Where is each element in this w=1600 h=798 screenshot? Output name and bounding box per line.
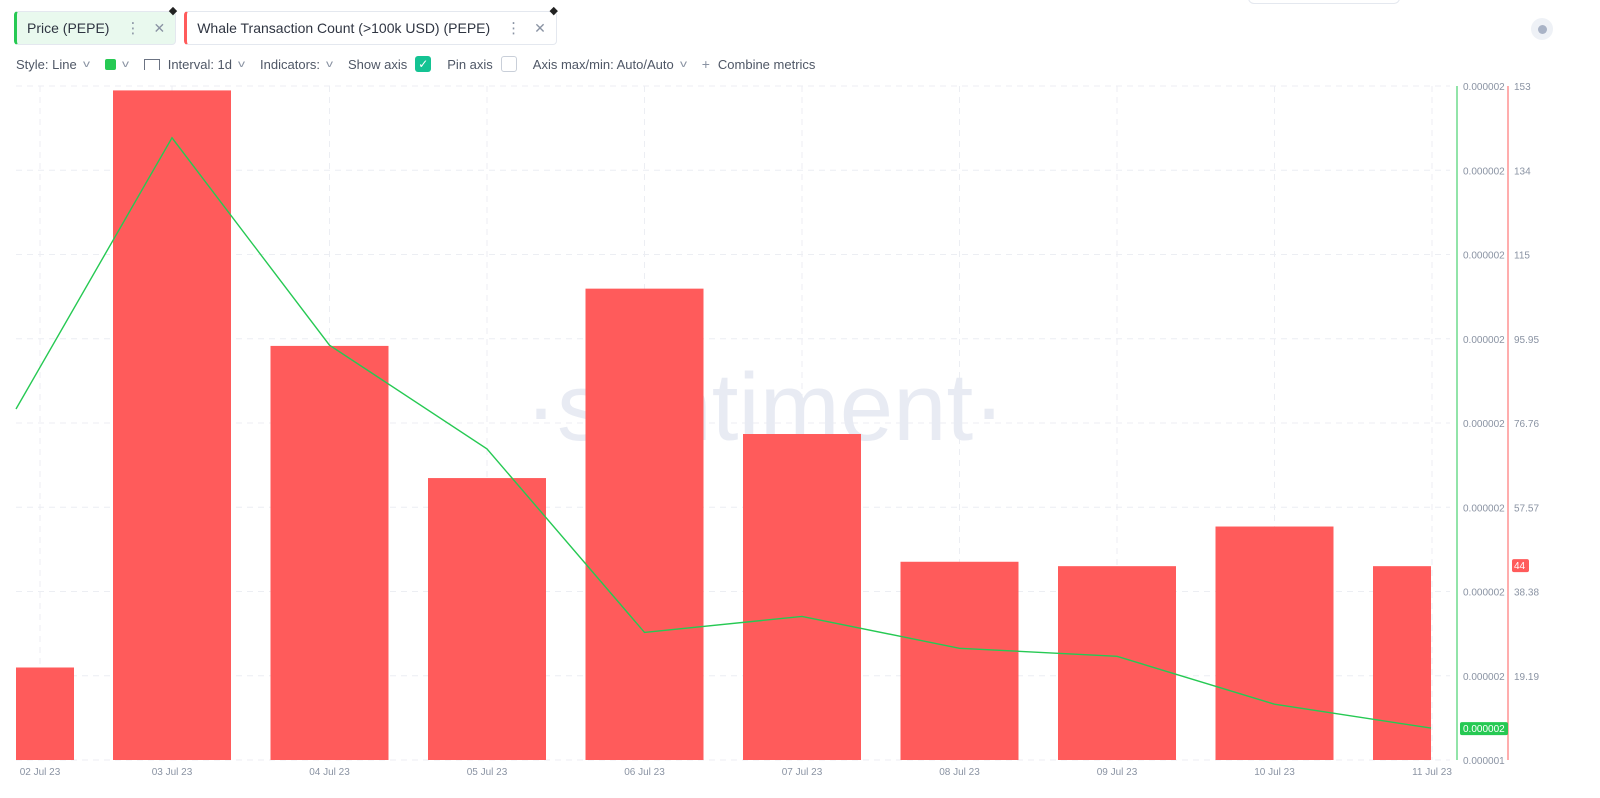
x-tick-label: 06 Jul 23	[624, 767, 665, 778]
price-axis-tick: 0.000002	[1463, 419, 1505, 430]
bar-03-Jul-23[interactable]	[113, 90, 231, 761]
x-tick-label: 04 Jul 23	[309, 767, 350, 778]
x-tick-label: 05 Jul 23	[467, 767, 508, 778]
price-axis-tick: 0.000002	[1463, 503, 1505, 514]
bar-02-Jul-23[interactable]	[16, 667, 74, 760]
whale-axis-tick: 153	[1514, 82, 1531, 93]
price-axis-tick: 0.000002	[1463, 672, 1505, 683]
bar-10-Jul-23[interactable]	[1215, 526, 1334, 760]
x-tick-label: 03 Jul 23	[152, 767, 193, 778]
whale-axis-tick: 19.19	[1514, 672, 1539, 683]
bar-09-Jul-23[interactable]	[1058, 566, 1176, 760]
chart-canvas: ·santiment· 0.0000020.0000020.0000020.00…	[15, 82, 1539, 778]
x-tick-label: 09 Jul 23	[1097, 767, 1138, 778]
price-axis-tick: 0.000002	[1463, 251, 1505, 262]
x-tick-label: 08 Jul 23	[939, 767, 980, 778]
whale-axis-tick: 134	[1514, 166, 1531, 177]
price-axis-tick: 0.000002	[1463, 588, 1505, 599]
bar-06-Jul-23[interactable]	[585, 288, 704, 760]
price-axis-tick: 0.000002	[1463, 166, 1505, 177]
bar-11-Jul-23[interactable]	[1373, 566, 1431, 760]
price-axis-tick: 0.000002	[1463, 335, 1505, 346]
whale-axis-tick: 0.000001	[1463, 756, 1505, 767]
whale-axis-tick: 115	[1514, 251, 1530, 262]
price-axis-tick: 0.000002	[1463, 82, 1505, 93]
price-current-label: 0.000002	[1463, 724, 1505, 735]
bar-04-Jul-23[interactable]	[270, 345, 389, 760]
x-tick-label: 02 Jul 23	[20, 767, 61, 778]
bar-07-Jul-23[interactable]	[743, 434, 861, 760]
x-tick-label: 10 Jul 23	[1254, 767, 1295, 778]
x-tick-label: 11 Jul 23	[1412, 767, 1452, 778]
bar-05-Jul-23[interactable]	[428, 478, 546, 760]
whale-current-label: 44	[1514, 561, 1526, 572]
bar-08-Jul-23[interactable]	[900, 561, 1019, 760]
whale-axis-tick: 76.76	[1514, 419, 1539, 430]
whale-axis-tick: 95.95	[1514, 335, 1539, 346]
whale-axis-tick: 38.38	[1514, 588, 1539, 599]
whale-axis-tick: 57.57	[1514, 503, 1539, 514]
x-tick-label: 07 Jul 23	[782, 767, 823, 778]
